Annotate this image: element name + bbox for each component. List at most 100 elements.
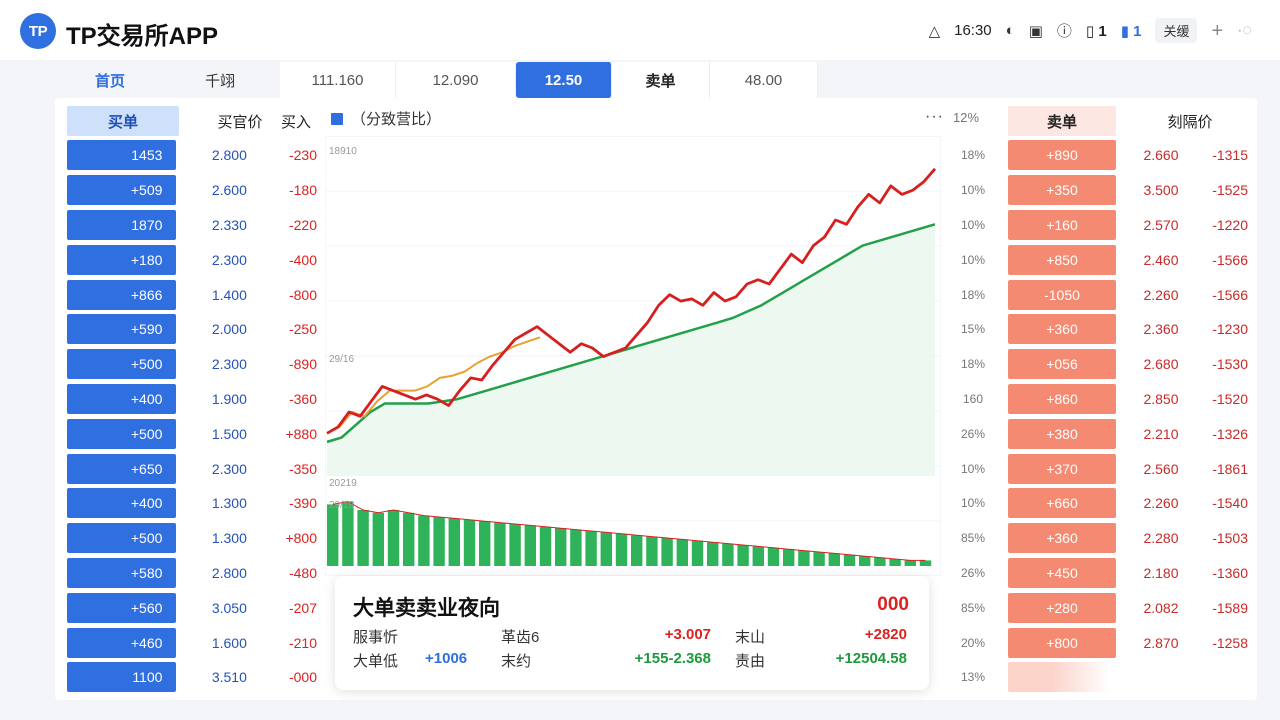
sell-price: 2.082 (1143, 599, 1179, 616)
card-row-2: 大单低 +1006 末约 +155-2.368 责由 +12504.58 (353, 650, 913, 674)
cloud-icon: △ (928, 22, 941, 40)
sell-change: -1589 (1212, 599, 1248, 616)
sell-volume: +350 (1008, 175, 1116, 206)
sim2-count: 1 (1133, 22, 1142, 40)
table-row[interactable]: +660 2.260 -1540 (1008, 486, 1248, 521)
sell-volume: +380 (1008, 418, 1116, 449)
volume-bar (798, 550, 810, 566)
tab-2[interactable]: 千翊 (160, 62, 280, 98)
table-row[interactable]: +400 1.300 -390 (67, 486, 317, 521)
percent-value: 13% (960, 670, 986, 685)
close-button[interactable]: 关缓 (1155, 18, 1198, 43)
volume-bar (387, 510, 400, 566)
table-row[interactable]: +500 2.300 -890 (67, 347, 317, 382)
summary-card[interactable]: 大单卖卖业夜向 000 服事忻 革齿6 +3.007 末山 +2820 大单低 … (335, 576, 929, 690)
percent-value: 85% (960, 600, 986, 615)
sell-change: -1861 (1212, 460, 1248, 477)
tab-3[interactable]: 111.160 (280, 62, 396, 98)
app-title: TP交易所APP (66, 23, 219, 50)
sell-change: -1230 (1212, 321, 1248, 338)
table-row[interactable]: +400 1.900 -360 (67, 382, 317, 417)
price-chart[interactable]: 18910 29/16 20219 29/18 (325, 136, 941, 576)
table-row[interactable]: +800 2.870 -1258 (1008, 625, 1248, 660)
table-row[interactable]: +650 2.300 -350 (67, 451, 317, 486)
percent-value: 26% (960, 565, 986, 580)
volume-bar (524, 525, 536, 566)
buy-price: 2.300 (211, 251, 247, 268)
table-row[interactable]: +280 2.082 -1589 (1008, 590, 1248, 625)
percent-value: 10% (960, 461, 986, 476)
sell-price: 3.500 (1143, 182, 1179, 199)
tab-4[interactable]: 12.090 (396, 62, 516, 98)
table-row[interactable]: +860 2.850 -1520 (1008, 382, 1248, 417)
table-row[interactable]: +056 2.680 -1530 (1008, 347, 1248, 382)
buy-price: 1.600 (211, 634, 247, 651)
table-row[interactable]: +180 2.300 -400 (67, 242, 317, 277)
table-row[interactable]: +866 1.400 -800 (67, 277, 317, 312)
buy-volume: 1453 (67, 140, 177, 171)
sell-price: 2.260 (1143, 495, 1179, 512)
percent-value: 10% (960, 183, 986, 198)
buy-price: 1.300 (211, 530, 247, 547)
table-row[interactable]: +509 2.600 -180 (67, 173, 317, 208)
buy-change: -220 (288, 216, 317, 233)
table-row[interactable]: +850 2.460 -1566 (1008, 242, 1248, 277)
sell-price: 2.570 (1143, 216, 1179, 233)
table-row[interactable]: +580 2.800 -480 (67, 556, 317, 591)
volume-bar (813, 552, 825, 566)
plus-icon[interactable]: + (1211, 21, 1223, 41)
buy-volume: +460 (67, 627, 177, 658)
more-options-icon[interactable]: ··· (925, 108, 944, 126)
volume-bar (767, 547, 780, 566)
buy-price: 2.800 (211, 147, 247, 164)
table-row[interactable]: -1050 2.260 -1566 (1008, 277, 1248, 312)
sell-change: -1326 (1212, 425, 1248, 442)
sell-change: -1525 (1212, 182, 1248, 199)
sell-orders-header[interactable]: 卖单 (1008, 106, 1116, 136)
table-row[interactable]: +370 2.560 -1861 (1008, 451, 1248, 486)
volume-bar (631, 535, 643, 566)
card-value: +2820 (864, 626, 907, 643)
table-row[interactable]: 1100 3.510 -000 (67, 660, 317, 695)
tab-home[interactable]: 首页 (60, 62, 160, 98)
sell-price: 2.210 (1143, 425, 1179, 442)
buy-volume: +650 (67, 453, 177, 484)
table-row[interactable]: +500 1.300 +800 (67, 521, 317, 556)
sell-change: -1530 (1212, 356, 1248, 373)
buy-change: -400 (288, 251, 317, 268)
percent-value: 10% (960, 217, 986, 232)
buy-orders-header[interactable]: 买单 (67, 106, 179, 136)
sell-price: 2.850 (1143, 390, 1179, 407)
volume-bar (737, 545, 749, 566)
buy-price-header: 买官价 (217, 113, 263, 131)
table-row[interactable]: +380 2.210 -1326 (1008, 416, 1248, 451)
sell-change: -1315 (1212, 147, 1248, 164)
card-value: +12504.58 (835, 650, 907, 667)
table-row[interactable]: +890 2.660 -1315 (1008, 138, 1248, 173)
app-logo-icon: TP (20, 13, 56, 49)
buy-price: 1.500 (211, 425, 247, 442)
tab-7[interactable]: 48.00 (710, 62, 818, 98)
table-row[interactable]: +360 2.360 -1230 (1008, 312, 1248, 347)
percent-value: 10% (960, 496, 986, 511)
table-row[interactable]: +460 1.600 -210 (67, 625, 317, 660)
tab-sell-orders[interactable]: 卖单 (612, 62, 710, 98)
table-row[interactable]: +160 2.570 -1220 (1008, 208, 1248, 243)
table-row[interactable]: 1870 2.330 -220 (67, 208, 317, 243)
more-dots-icon[interactable]: ·◌ (1237, 22, 1252, 40)
sell-volume: +360 (1008, 523, 1116, 554)
table-row[interactable]: +560 3.050 -207 (67, 590, 317, 625)
tab-active[interactable]: 12.50 (516, 62, 612, 98)
volume-bar (889, 559, 901, 566)
table-row[interactable]: +350 3.500 -1525 (1008, 173, 1248, 208)
table-row[interactable]: +500 1.500 +880 (67, 416, 317, 451)
buy-volume: +590 (67, 314, 177, 345)
volume-bar (342, 501, 354, 566)
table-row[interactable]: +450 2.180 -1360 (1008, 556, 1248, 591)
volume-bar (555, 528, 567, 566)
table-row[interactable]: 1453 2.800 -230 (67, 138, 317, 173)
volume-bar (859, 556, 871, 566)
buy-price: 2.600 (211, 182, 247, 199)
table-row[interactable]: +360 2.280 -1503 (1008, 521, 1248, 556)
table-row[interactable]: +590 2.000 -250 (67, 312, 317, 347)
